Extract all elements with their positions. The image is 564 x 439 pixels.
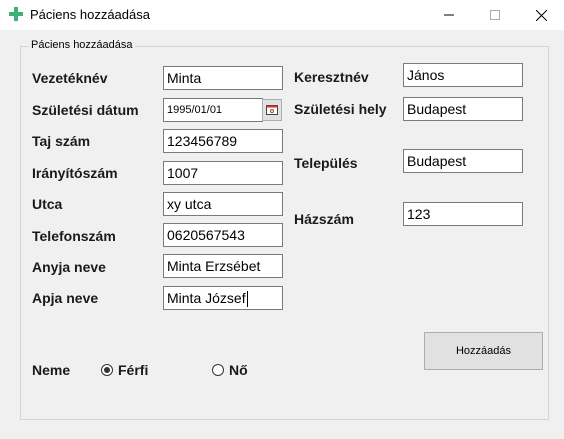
radio-ferfi-label: Férfi (118, 362, 149, 378)
vezeteknev-input[interactable]: Minta (163, 66, 283, 90)
szuletesi-datum-picker[interactable]: 1995/01/01 (163, 98, 263, 122)
hazszam-input[interactable]: 123 (403, 202, 523, 226)
minimize-button[interactable] (426, 0, 472, 30)
telepules-label: Település (294, 155, 358, 171)
radio-ferfi[interactable]: Férfi (101, 362, 148, 378)
anyja-neve-label: Anyja neve (32, 259, 106, 275)
window-title: Páciens hozzáadása (30, 7, 150, 22)
close-icon (535, 9, 547, 21)
radio-no-indicator (212, 364, 224, 376)
szuletesi-datum-label: Születési dátum (32, 102, 139, 118)
anyja-neve-input[interactable]: Minta Erzsébet (163, 254, 283, 278)
calendar-dropdown-button[interactable] (262, 99, 282, 121)
radio-no-label: Nő (229, 362, 248, 378)
groupbox-title: Páciens hozzáadása (29, 39, 135, 51)
taj-szam-input[interactable]: 123456789 (163, 129, 283, 153)
szuletesi-hely-input[interactable]: Budapest (403, 97, 523, 121)
taj-szam-label: Taj szám (32, 133, 91, 149)
hazszam-label: Házszám (294, 211, 354, 227)
radio-ferfi-indicator (101, 364, 113, 376)
telefonszam-input[interactable]: 0620567543 (163, 223, 283, 247)
radio-no[interactable]: Nő (212, 362, 248, 378)
apja-neve-value: Minta József (167, 290, 246, 306)
telefonszam-label: Telefonszám (32, 228, 116, 244)
vezeteknev-label: Vezetéknév (32, 70, 108, 86)
maximize-icon (490, 10, 500, 20)
apja-neve-input[interactable]: Minta József (163, 286, 283, 310)
iranyitoszam-label: Irányítószám (32, 165, 118, 181)
iranyitoszam-input[interactable]: 1007 (163, 161, 283, 185)
keresztnev-label: Keresztnév (294, 69, 369, 85)
close-button[interactable] (518, 0, 564, 30)
add-patient-button[interactable]: Hozzáadás (424, 332, 543, 370)
keresztnev-input[interactable]: János (403, 63, 523, 87)
szuletesi-hely-label: Születési hely (294, 101, 387, 117)
maximize-button[interactable] (472, 0, 518, 30)
text-caret (246, 291, 248, 308)
title-bar: Páciens hozzáadása (0, 0, 564, 30)
apja-neve-label: Apja neve (32, 290, 99, 306)
utca-input[interactable]: xy utca (163, 192, 283, 216)
medical-cross-icon (9, 7, 23, 21)
neme-label: Neme (32, 362, 71, 378)
minimize-icon (444, 14, 454, 16)
telepules-input[interactable]: Budapest (403, 149, 523, 173)
calendar-icon (266, 105, 278, 115)
utca-label: Utca (32, 196, 63, 212)
